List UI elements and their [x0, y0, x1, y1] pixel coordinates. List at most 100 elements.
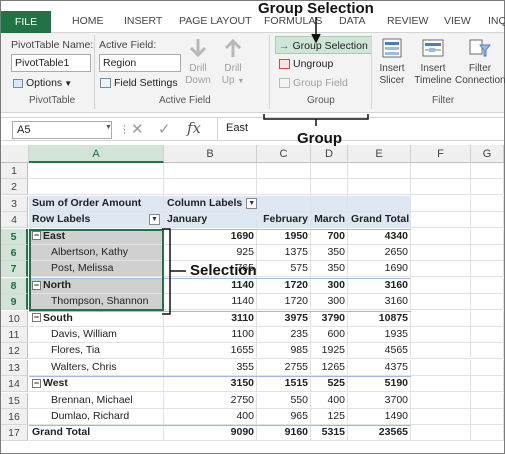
cell[interactable]: [411, 392, 471, 409]
column-header[interactable]: A: [29, 145, 164, 163]
cell[interactable]: [471, 261, 504, 278]
tab-file[interactable]: FILE: [1, 11, 51, 33]
cell[interactable]: [471, 327, 504, 343]
row-header[interactable]: 8: [1, 277, 28, 294]
insert-slicer-button[interactable]: Insert Slicer: [375, 37, 409, 87]
options-button[interactable]: Options ▼: [13, 74, 72, 92]
filter-dropdown-icon[interactable]: ▼: [149, 214, 160, 226]
row-header[interactable]: 2: [1, 179, 28, 196]
cancel-icon[interactable]: ✕: [131, 120, 144, 138]
column-header[interactable]: C: [257, 145, 311, 163]
collapse-icon[interactable]: −: [32, 313, 41, 323]
cell[interactable]: [311, 195, 348, 212]
row-header[interactable]: 1: [1, 163, 28, 179]
cell[interactable]: [471, 179, 504, 196]
cell[interactable]: [164, 163, 257, 179]
cell[interactable]: [348, 179, 411, 196]
name-box[interactable]: A5: [12, 121, 112, 139]
cell[interactable]: [257, 179, 311, 196]
cell[interactable]: [411, 409, 471, 425]
filter-dropdown-icon[interactable]: ▼: [246, 197, 258, 209]
cell[interactable]: [471, 392, 504, 409]
cell[interactable]: [411, 376, 471, 393]
cell[interactable]: [29, 179, 164, 196]
cell[interactable]: [411, 245, 471, 261]
filter-connections-button[interactable]: Filter Connections: [455, 37, 505, 87]
arrow-down-icon: [189, 39, 207, 58]
group-field-button[interactable]: Group Field: [279, 74, 348, 92]
cell[interactable]: [411, 212, 471, 229]
tab-review[interactable]: REVIEW: [387, 15, 428, 27]
cell[interactable]: [411, 179, 471, 196]
cell[interactable]: [411, 261, 471, 278]
column-header[interactable]: B: [164, 145, 257, 163]
cell[interactable]: [29, 163, 164, 179]
cell[interactable]: [471, 409, 504, 425]
row-header[interactable]: 12: [1, 343, 28, 360]
row-header[interactable]: 3: [1, 195, 28, 212]
cell[interactable]: [311, 163, 348, 179]
tab-home[interactable]: HOME: [72, 15, 104, 27]
cell[interactable]: [471, 376, 504, 393]
cell[interactable]: [471, 195, 504, 212]
cell[interactable]: [471, 343, 504, 360]
active-field-input[interactable]: Region: [99, 54, 181, 72]
cell[interactable]: [471, 245, 504, 261]
enter-icon[interactable]: ✓: [158, 120, 171, 138]
drill-up-button[interactable]: Drill Up ▼: [218, 37, 248, 88]
row-header[interactable]: 15: [1, 392, 28, 409]
row-header[interactable]: 17: [1, 425, 28, 442]
cell[interactable]: [164, 179, 257, 196]
tab-view[interactable]: VIEW: [444, 15, 471, 27]
row-header[interactable]: 7: [1, 261, 28, 278]
tab-inquire[interactable]: INQ: [488, 15, 505, 27]
cell[interactable]: [411, 343, 471, 360]
cell[interactable]: [411, 294, 471, 311]
row-header[interactable]: 10: [1, 310, 28, 327]
tab-page-layout[interactable]: PAGE LAYOUT: [179, 15, 252, 27]
field-settings-button[interactable]: Field Settings: [100, 74, 178, 92]
cell[interactable]: [471, 310, 504, 327]
row-header[interactable]: 6: [1, 245, 28, 261]
cell[interactable]: [348, 163, 411, 179]
cell[interactable]: [471, 163, 504, 179]
row-header[interactable]: 9: [1, 294, 28, 311]
cell[interactable]: [257, 163, 311, 179]
cell[interactable]: [471, 228, 504, 245]
cell[interactable]: [471, 359, 504, 376]
cell[interactable]: [411, 195, 471, 212]
cell[interactable]: [411, 277, 471, 294]
cell[interactable]: [411, 425, 471, 442]
cell[interactable]: [311, 179, 348, 196]
pivot-value: 1515: [284, 377, 308, 390]
column-header[interactable]: F: [411, 145, 471, 163]
column-header[interactable]: D: [311, 145, 348, 163]
row-header[interactable]: 16: [1, 409, 28, 425]
cell[interactable]: [411, 228, 471, 245]
column-header[interactable]: E: [348, 145, 411, 163]
cell[interactable]: [411, 327, 471, 343]
cell[interactable]: [411, 310, 471, 327]
row-header[interactable]: 13: [1, 359, 28, 376]
cell[interactable]: [411, 163, 471, 179]
column-header[interactable]: G: [471, 145, 504, 163]
group-selection-button[interactable]: → Group Selection: [275, 36, 372, 54]
cell[interactable]: [348, 195, 411, 212]
insert-function-icon[interactable]: fx: [187, 119, 201, 137]
cell[interactable]: [471, 425, 504, 442]
cell[interactable]: [411, 359, 471, 376]
row-header[interactable]: 11: [1, 327, 28, 343]
cell[interactable]: [471, 277, 504, 294]
tab-insert[interactable]: INSERT: [124, 15, 162, 27]
drill-down-button[interactable]: Drill Down: [184, 37, 212, 87]
row-header[interactable]: 14: [1, 376, 28, 393]
row-header[interactable]: 5: [1, 228, 28, 245]
ungroup-button[interactable]: Ungroup: [279, 55, 333, 73]
collapse-icon[interactable]: −: [32, 378, 41, 388]
cell[interactable]: [471, 294, 504, 311]
pivottable-name-input[interactable]: PivotTable1: [11, 54, 91, 72]
cell[interactable]: [471, 212, 504, 229]
row-header[interactable]: 4: [1, 212, 28, 229]
insert-timeline-button[interactable]: Insert Timeline: [411, 37, 455, 87]
select-all-corner[interactable]: [1, 145, 29, 163]
